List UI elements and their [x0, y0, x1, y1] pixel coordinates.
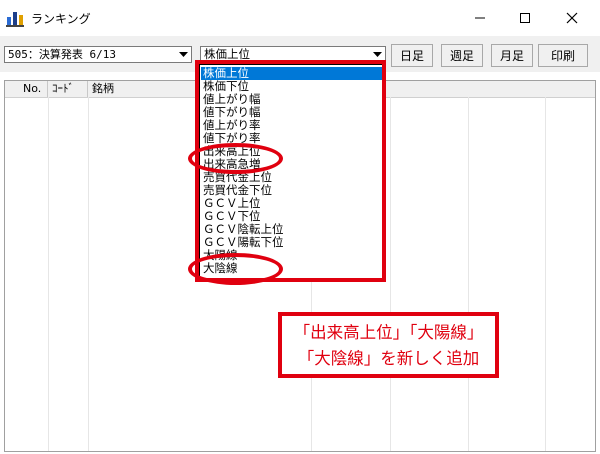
daily-chart-button[interactable]: 日足 — [391, 44, 433, 67]
window-title: ランキング — [31, 12, 91, 26]
ranking-select-value: 株価上位 — [204, 47, 250, 61]
title-bar: ランキング — [0, 0, 600, 36]
close-button[interactable] — [550, 0, 594, 36]
maximize-button[interactable] — [503, 0, 547, 36]
callout-line: 「大陰線」を新しく追加 — [297, 349, 480, 368]
column-divider — [468, 97, 469, 451]
period-select-value: 505：決算発表 6/13 — [8, 48, 116, 61]
period-select[interactable]: 505：決算発表 6/13 — [4, 46, 192, 63]
annotation-callout: 「出来高上位」「大陽線」 「大陰線」を新しく追加 — [278, 312, 499, 378]
chevron-down-icon[interactable] — [176, 47, 191, 62]
column-header-no[interactable]: No. — [5, 81, 48, 97]
column-divider — [390, 97, 391, 451]
app-icon — [6, 9, 24, 27]
close-icon — [566, 12, 578, 24]
highlight-oval — [188, 253, 283, 285]
callout-line: 「出来高上位」「大陽線」 — [293, 323, 484, 342]
column-divider — [48, 97, 49, 451]
print-button[interactable]: 印刷 — [538, 44, 588, 67]
monthly-chart-button[interactable]: 月足 — [491, 44, 533, 67]
column-divider — [88, 97, 89, 451]
minimize-button[interactable] — [458, 0, 502, 36]
column-divider — [545, 97, 546, 451]
column-header-code[interactable]: ｺｰﾄﾞ — [48, 81, 88, 97]
maximize-icon — [520, 13, 530, 23]
minimize-icon — [475, 17, 485, 19]
highlight-oval — [188, 143, 283, 174]
weekly-chart-button[interactable]: 週足 — [441, 44, 483, 67]
